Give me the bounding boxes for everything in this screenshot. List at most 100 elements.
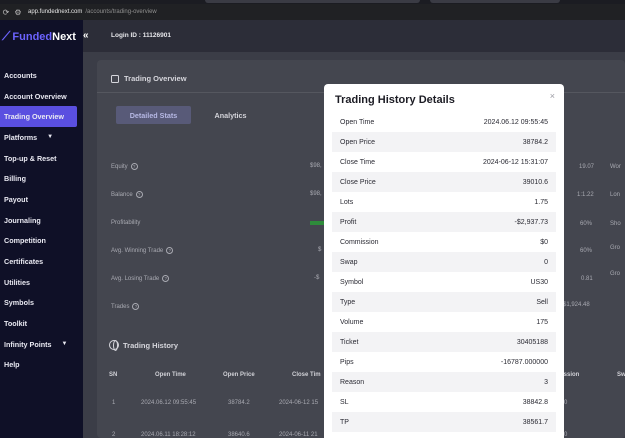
- help-icon[interactable]: ?: [135, 191, 143, 198]
- detail-row-sl: SL 38842.8: [340, 398, 548, 406]
- sidebar-item-accounts[interactable]: Accounts: [0, 65, 83, 86]
- tab-detailed-stats[interactable]: Detailed Stats: [116, 106, 191, 124]
- sidebar-item-payout[interactable]: Payout: [0, 189, 83, 210]
- table-cell: 38640.6: [228, 432, 250, 438]
- sidebar-item-label: Payout: [4, 194, 28, 204]
- sidebar-item-toolkit[interactable]: Toolkit: [0, 313, 83, 334]
- document-icon: [111, 74, 119, 83]
- collapse-sidebar-icon[interactable]: «: [83, 30, 93, 41]
- chevron-down-icon: ▼: [47, 134, 54, 141]
- address-bar[interactable]: app.fundednext.com/accounts/trading-over…: [28, 9, 157, 15]
- section-title: Trading Overview: [124, 74, 187, 83]
- stat-balance: Balance?: [111, 191, 143, 198]
- table-cell: 0: [564, 400, 568, 406]
- login-id: Login ID : 11126901: [111, 32, 171, 39]
- table-cell: 2024.06.11 18:28:12: [141, 432, 196, 438]
- sidebar-item-label: Utilities: [4, 277, 30, 287]
- table-cell: 2024.06.12 09:55:45: [141, 400, 197, 406]
- stat-label: Sho: [610, 221, 621, 227]
- sidebar-item-label: Toolkit: [4, 319, 28, 329]
- stat-label: Gro: [610, 245, 621, 251]
- chevron-down-icon: ▼: [61, 341, 68, 348]
- site-settings-icon[interactable]: ⚙: [12, 8, 24, 17]
- logo-text-funded: Funded: [12, 30, 53, 43]
- sidebar-item-competition[interactable]: Competition: [0, 231, 83, 252]
- sidebar-item-label: Help: [4, 360, 20, 370]
- overview-tabs: Detailed Stats Analytics: [116, 106, 268, 124]
- table-cell: 1: [112, 400, 116, 406]
- detail-row-reason: Reason 3: [332, 372, 556, 392]
- stat-value: $98,: [310, 163, 322, 169]
- top-header: Login ID : 11126901: [83, 20, 625, 52]
- detail-row-swap: Swap 0: [332, 252, 556, 272]
- stat-avg-winning-trade: Avg. Winning Trade?: [111, 247, 174, 254]
- stat-avg-losing-trade: Avg. Losing Trade?: [111, 275, 170, 282]
- sidebar-item-utilities[interactable]: Utilities: [0, 272, 83, 293]
- trading-history-header: Trading History: [109, 340, 179, 351]
- stat-value: $98,: [310, 191, 322, 197]
- sidebar-item-label: Infinity Points: [4, 339, 52, 349]
- help-icon[interactable]: ?: [166, 247, 174, 254]
- stat-value: 1:1.22: [577, 192, 594, 198]
- sidebar-item-help[interactable]: Help: [0, 355, 83, 376]
- stat-value: -$: [314, 275, 320, 281]
- table-cell: 2024-06-12 15: [279, 400, 319, 406]
- browser-tab[interactable]: [205, 0, 420, 3]
- sidebar-item-label: Trading Overview: [4, 112, 64, 122]
- sidebar-item-journaling[interactable]: Journaling: [0, 210, 83, 231]
- sidebar-item-account-overview[interactable]: Account Overview: [0, 86, 83, 107]
- browser-toolbar: ⟳ ⚙ app.fundednext.com/accounts/trading-…: [0, 4, 625, 20]
- column-header: Open Time: [155, 372, 186, 378]
- detail-row-open-price: Open Price 38784.2: [332, 132, 556, 152]
- sidebar-item-label: Symbols: [4, 298, 34, 308]
- modal-title: Trading History Details: [335, 94, 455, 106]
- help-icon[interactable]: ?: [132, 303, 140, 310]
- stat-label: Gro: [610, 271, 621, 277]
- stat-label: Wor: [610, 164, 621, 170]
- help-icon[interactable]: ?: [162, 275, 170, 282]
- fundednext-logo[interactable]: ⟋ Funded Next: [2, 29, 76, 44]
- table-cell: 2024-06-11 21: [279, 432, 318, 438]
- column-header: SN: [109, 372, 118, 378]
- sidebar-item-symbols[interactable]: Symbols: [0, 293, 83, 314]
- section-title: Trading History: [123, 340, 179, 350]
- sidebar-item-label: Accounts: [4, 70, 37, 80]
- detail-row-symbol: Symbol US30: [340, 278, 548, 286]
- sidebar-item-label: Account Overview: [4, 91, 67, 101]
- browser-tab[interactable]: [430, 0, 560, 3]
- sidebar-item-certificates[interactable]: Certificates: [0, 251, 83, 272]
- detail-row-volume: Volume 175: [340, 318, 548, 326]
- logo-text-next: Next: [52, 30, 76, 43]
- globe-icon: [109, 340, 119, 351]
- detail-row-pips: Pips -16787.000000: [340, 358, 548, 366]
- sidebar-item-trading-overview[interactable]: Trading Overview: [0, 106, 77, 128]
- column-header: Open Price: [223, 372, 255, 378]
- close-icon[interactable]: ×: [550, 91, 555, 101]
- table-cell: 2: [112, 432, 116, 438]
- detail-row-lots: Lots 1.75: [340, 198, 548, 206]
- detail-row-ticket: Ticket 30405188: [332, 332, 556, 352]
- stat-value: 60%: [580, 248, 593, 254]
- details-list: Open Time 2024.06.12 09:55:45 Open Price 3…: [332, 112, 556, 432]
- sidebar: ⟋ Funded Next Accounts Account Overview T…: [0, 20, 83, 438]
- sidebar-nav: Accounts Account Overview Trading Overvi…: [0, 65, 83, 375]
- tab-analytics[interactable]: Analytics: [193, 106, 268, 124]
- trading-overview-header: Trading Overview: [111, 74, 187, 83]
- detail-row-open-time: Open Time 2024.06.12 09:55:45: [340, 118, 548, 126]
- detail-row-type: Type Sell: [332, 292, 556, 312]
- sidebar-item-topup-reset[interactable]: Top-up & Reset: [0, 148, 83, 169]
- stat-equity: Equity?: [111, 163, 138, 170]
- table-cell: 38784.2: [228, 400, 250, 406]
- sidebar-item-infinity-points[interactable]: Infinity Points ▼: [0, 334, 83, 355]
- detail-row-tp: TP 38561.7: [332, 412, 556, 432]
- sidebar-item-platforms[interactable]: Platforms ▼: [0, 127, 83, 148]
- reload-icon[interactable]: ⟳: [0, 8, 12, 17]
- column-header: ission: [562, 372, 580, 378]
- sidebar-item-label: Certificates: [4, 257, 44, 267]
- sidebar-item-billing[interactable]: Billing: [0, 168, 83, 189]
- help-icon[interactable]: ?: [130, 163, 138, 170]
- stat-trades: Trades?: [111, 303, 140, 310]
- stat-value: 19.07: [579, 164, 595, 170]
- detail-row-close-time: Close Time 2024-06-12 15:31:07: [340, 158, 548, 166]
- sidebar-item-label: Platforms: [4, 132, 38, 142]
